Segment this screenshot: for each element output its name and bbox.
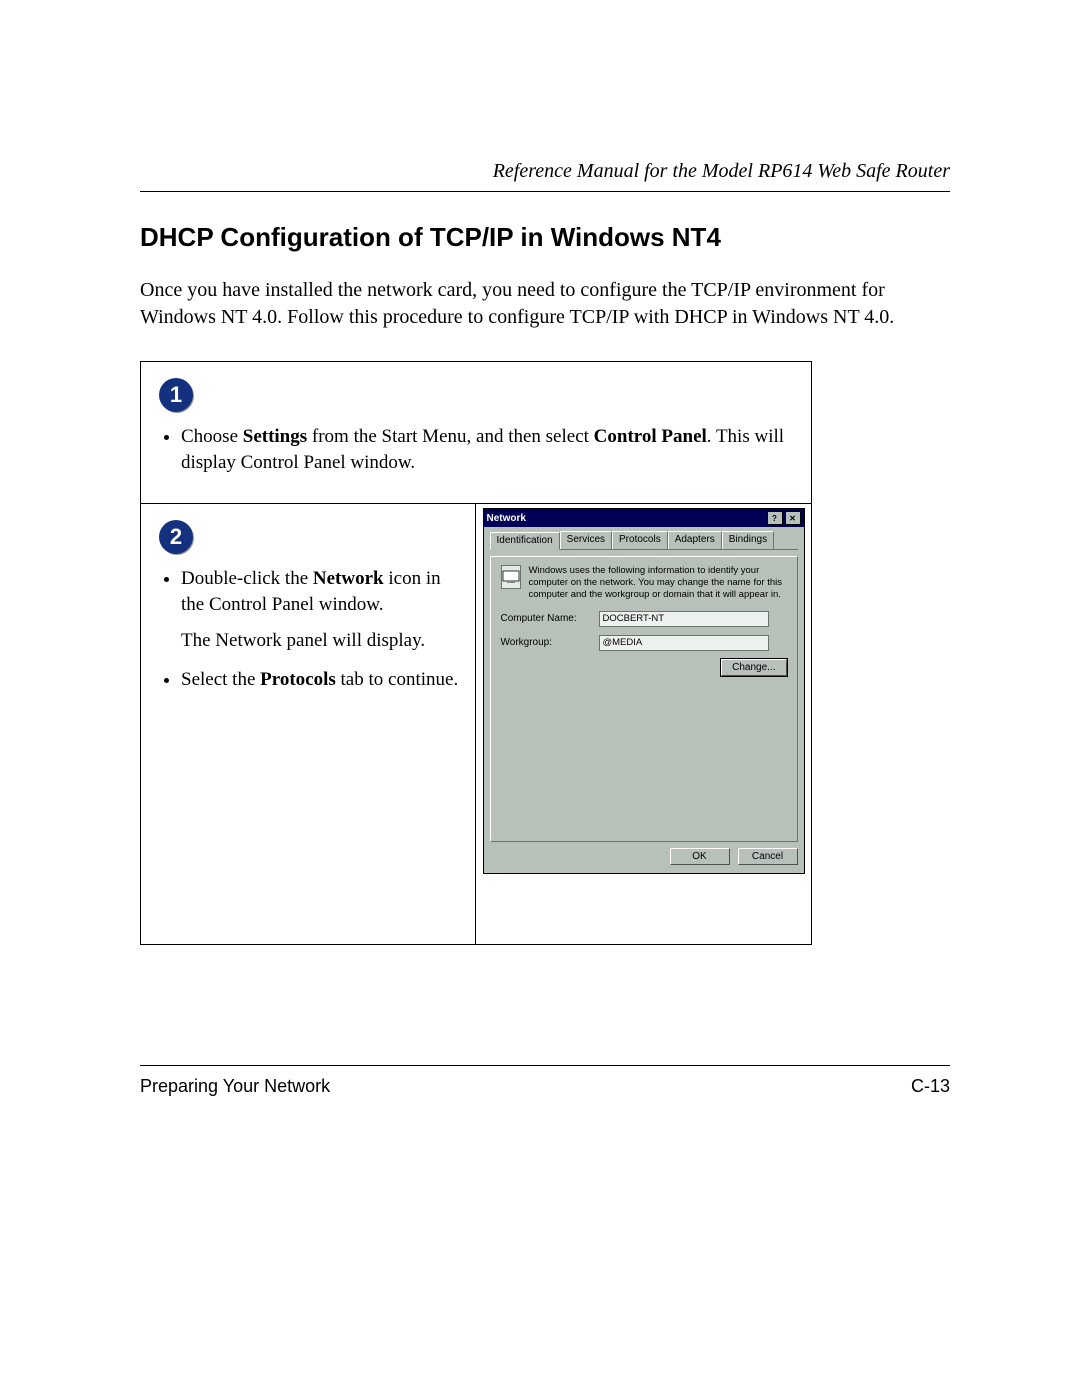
page-footer: Preparing Your Network C-13	[140, 1065, 950, 1097]
computer-icon	[501, 565, 521, 589]
identification-description: Windows uses the following information t…	[529, 565, 787, 601]
text: from the Start Menu, and then select	[307, 426, 594, 447]
footer-left: Preparing Your Network	[140, 1076, 330, 1097]
header-rule	[140, 191, 950, 192]
close-button[interactable]: ✕	[785, 511, 801, 525]
tab-identification[interactable]: Identification	[490, 532, 560, 550]
text: Double-click the	[181, 568, 313, 589]
tab-bindings[interactable]: Bindings	[722, 531, 774, 549]
computer-name-row: Computer Name: DOCBERT-NT	[501, 611, 787, 627]
tab-services[interactable]: Services	[560, 531, 612, 549]
workgroup-value: @MEDIA	[599, 635, 769, 651]
step-2-bullets-b: Select the Protocols tab to continue.	[159, 667, 459, 693]
footer-rule	[140, 1065, 950, 1066]
network-dialog: Network ? ✕ Identification Services Prot…	[483, 508, 805, 874]
document-page: Reference Manual for the Model RP614 Web…	[0, 0, 1080, 1397]
dialog-tabs: Identification Services Protocols Adapte…	[490, 531, 798, 550]
dialog-title-bar[interactable]: Network ? ✕	[484, 509, 804, 527]
bold-text: Network	[313, 568, 384, 589]
tab-protocols[interactable]: Protocols	[612, 531, 668, 549]
bold-text: Protocols	[260, 669, 336, 690]
bold-text: Control Panel	[594, 426, 707, 447]
change-button[interactable]: Change...	[721, 659, 786, 676]
help-button[interactable]: ?	[767, 511, 783, 525]
intro-paragraph: Once you have installed the network card…	[140, 277, 950, 331]
workgroup-row: Workgroup: @MEDIA	[501, 635, 787, 651]
step-2-screenshot-column: Network ? ✕ Identification Services Prot…	[476, 504, 811, 944]
text: tab to continue.	[336, 669, 458, 690]
step-1-badge: 1	[159, 378, 193, 412]
step-2: 2 Double-click the Network icon in the C…	[141, 504, 811, 944]
running-header: Reference Manual for the Model RP614 Web…	[140, 160, 950, 183]
ok-button[interactable]: OK	[670, 848, 730, 865]
step-1: 1 Choose Settings from the Start Menu, a…	[141, 362, 811, 504]
step-2-bullet-1: Double-click the Network icon in the Con…	[181, 566, 459, 617]
workgroup-label: Workgroup:	[501, 637, 591, 648]
text: Select the	[181, 669, 260, 690]
cancel-button[interactable]: Cancel	[738, 848, 798, 865]
description-row: Windows uses the following information t…	[501, 565, 787, 601]
step-1-bullets: Choose Settings from the Start Menu, and…	[159, 424, 793, 475]
footer-right: C-13	[911, 1076, 950, 1097]
step-2-bullet-2: Select the Protocols tab to continue.	[181, 667, 459, 693]
step-2-line: The Network panel will display.	[181, 628, 459, 654]
dialog-body: Identification Services Protocols Adapte…	[484, 527, 804, 873]
bold-text: Settings	[243, 426, 307, 447]
step-2-bullets-a: Double-click the Network icon in the Con…	[159, 566, 459, 617]
change-button-wrap: Change...	[501, 659, 787, 676]
section-heading: DHCP Configuration of TCP/IP in Windows …	[140, 222, 950, 253]
computer-name-label: Computer Name:	[501, 613, 591, 624]
tab-adapters[interactable]: Adapters	[668, 531, 722, 549]
dialog-title: Network	[487, 513, 526, 524]
step-2-badge: 2	[159, 520, 193, 554]
title-buttons: ? ✕	[767, 511, 801, 525]
step-1-bullet-1: Choose Settings from the Start Menu, and…	[181, 424, 793, 475]
steps-container: 1 Choose Settings from the Start Menu, a…	[140, 361, 812, 945]
identification-panel: Windows uses the following information t…	[490, 556, 798, 842]
text: Choose	[181, 426, 243, 447]
computer-name-value: DOCBERT-NT	[599, 611, 769, 627]
step-2-text-column: 2 Double-click the Network icon in the C…	[141, 504, 476, 944]
ok-cancel-row: OK Cancel	[490, 842, 798, 867]
